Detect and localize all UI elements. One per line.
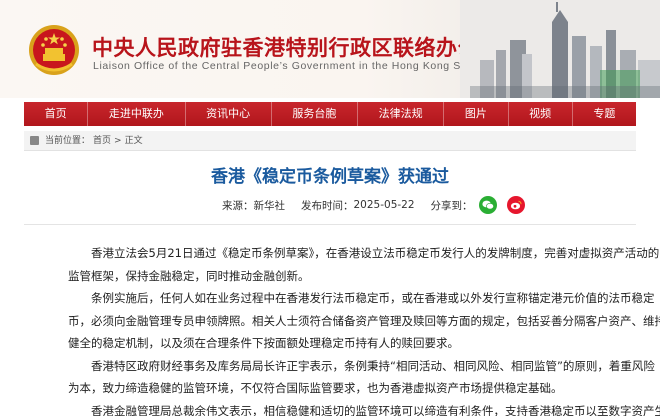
paragraph: 条例实施后，任何人如在业务过程中在香港发行法币稳定币，或在香港或以外发行宣称锚定… — [68, 287, 660, 355]
share-label: 分享到： — [430, 199, 473, 212]
text-line: 香港金融管理局总裁余伟文表示，相信稳健和适切的监管环境可以缔造有利条件，支持香港… — [91, 403, 660, 416]
paragraph: 香港金融管理局总裁余伟文表示，相信稳健和适切的监管环境可以缔造有利条件，支持香港… — [68, 400, 660, 416]
site-subtitle: Liaison Office of the Central People’s G… — [93, 60, 488, 72]
text-line: 条例实施后，任何人如在业务过程中在香港发行法币稳定币，或在香港或以外发行宣称锚定… — [91, 291, 655, 305]
skyline-image — [460, 0, 660, 98]
text-line: 币，必须向金融管理专员申领牌照。相关人士须符合储备资产管理及赎回等方面的规定，包… — [68, 313, 660, 328]
text-line: 为本，致力缔造稳健的监管环境，不仅符合国际监管要求，也为香港虚拟资产市场提供稳定… — [68, 381, 563, 395]
wechat-share-button[interactable] — [478, 196, 497, 214]
paragraph: 香港立法会5月21日通过《稳定币条例草案》，在香港设立法币稳定币发行人的发牌制度… — [68, 242, 660, 287]
nav-item-topics[interactable]: 专题 — [573, 102, 636, 126]
source-label: 来源： — [222, 199, 254, 212]
wechat-icon — [481, 200, 494, 210]
source-value: 新华社 — [253, 199, 286, 212]
article-body: 香港立法会5月21日通过《稳定币条例草案》，在香港设立法币稳定币发行人的发牌制度… — [68, 242, 660, 416]
article-title: 香港《稳定币条例草案》获通过 — [211, 167, 449, 187]
text-line: 香港特区政府财经事务及库务局局长许正宇表示，条例秉持“相同活动、相同风险、相同监… — [91, 358, 655, 373]
date-label: 发布时间： — [301, 199, 354, 212]
site-header: 中央人民政府驻香港特别行政区联络办公室 Liaison Office of th… — [0, 0, 660, 98]
nav-item-news[interactable]: 资讯中心 — [186, 102, 272, 126]
national-emblem-icon — [29, 25, 79, 75]
nav-item-laws[interactable]: 法律法规 — [358, 102, 445, 126]
main-nav: 首页 走进中联办 资讯中心 服务台胞 法律法规 图片 视频 专题 — [24, 102, 636, 126]
divider — [24, 224, 636, 225]
nav-item-home[interactable]: 首页 — [24, 102, 89, 126]
nav-item-taiwan-services[interactable]: 服务台胞 — [272, 102, 358, 126]
text-line: 健全的稳定机制，以及须在合理条件下按面额处理稳定币持有人的赎回要求。 — [68, 336, 459, 350]
date-value: 2025-05-22 — [353, 199, 415, 211]
nav-item-photos[interactable]: 图片 — [444, 102, 509, 126]
text-line: 监管框架，保持金融稳定，同时推动金融创新。 — [68, 268, 310, 283]
site-title: 中央人民政府驻香港特别行政区联络办公室 — [92, 36, 501, 60]
nav-item-videos[interactable]: 视频 — [509, 102, 573, 126]
breadcrumb-label: 当前位置： — [45, 135, 91, 146]
text-line: 香港立法会5月21日通过《稳定币条例草案》，在香港设立法币稳定币发行人的发牌制度… — [91, 246, 660, 260]
nav-item-about[interactable]: 走进中联办 — [88, 102, 186, 126]
weibo-icon — [510, 200, 522, 210]
breadcrumb-home-link[interactable]: 首页 — [93, 131, 111, 151]
weibo-share-button[interactable] — [506, 196, 525, 214]
paragraph: 香港特区政府财经事务及库务局局长许正宇表示，条例秉持“相同活动、相同风险、相同监… — [68, 355, 655, 400]
article-meta: 来源： 新华社 发布时间： 2025-05-22 分享到： — [222, 196, 525, 214]
location-icon — [30, 136, 39, 145]
breadcrumb: 当前位置： 首页 > 正文 — [24, 131, 636, 151]
breadcrumb-current: 正文 — [124, 135, 143, 146]
breadcrumb-separator: > — [114, 135, 122, 146]
